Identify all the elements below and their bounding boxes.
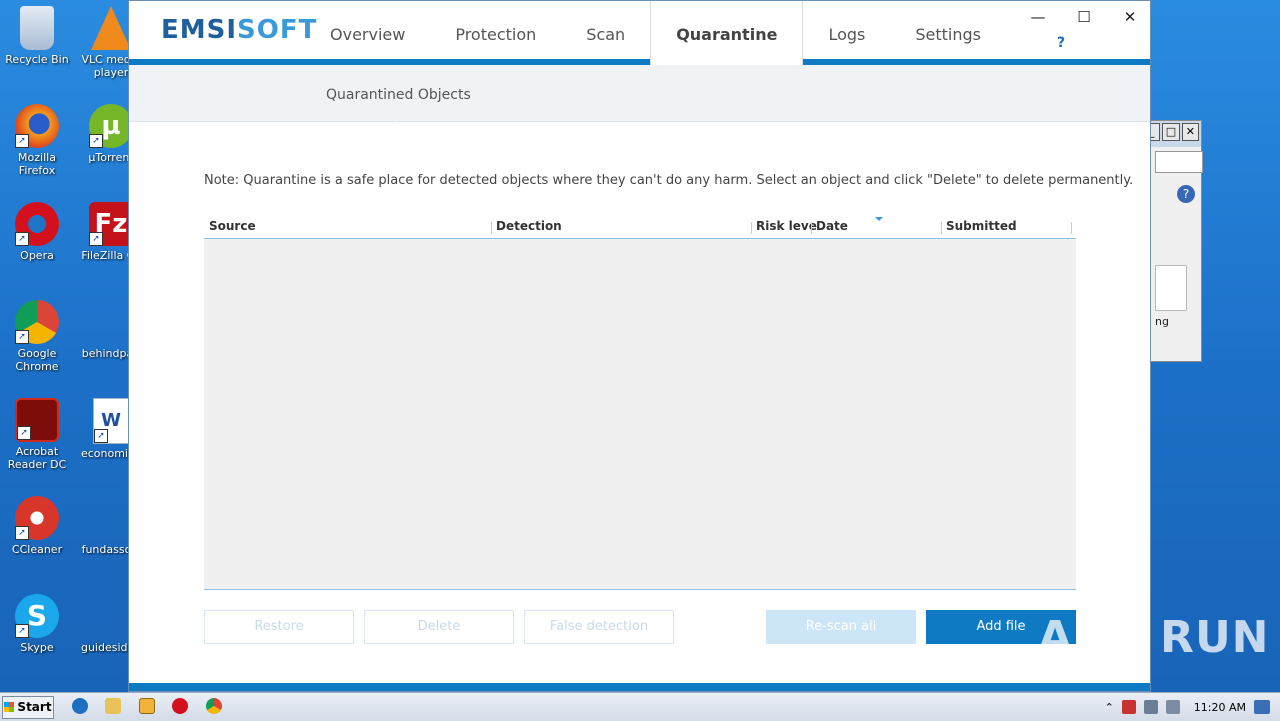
tab-settings[interactable]: Settings (890, 1, 1006, 65)
desktop-icon-firefox[interactable]: ➚ Mozilla Firefox (0, 104, 74, 177)
desktop-icon-label: Skype (20, 641, 54, 654)
document-icon (89, 496, 133, 540)
chrome-icon: ➚ (15, 300, 59, 344)
network-icon[interactable] (1143, 700, 1158, 714)
desktop-icon-label: Acrobat Reader DC (7, 445, 67, 471)
start-button[interactable]: Start (2, 696, 54, 719)
desktop-icon-opera[interactable]: ➚ Opera (0, 202, 74, 262)
desktop-icon-label: Mozilla Firefox (18, 151, 56, 177)
subheader-quarantined-objects[interactable]: Quarantined Objects (326, 87, 471, 103)
main-tabs: Overview Protection Scan Quarantine Logs… (305, 1, 1006, 65)
opera-icon: ➚ (15, 202, 59, 246)
maximize-icon[interactable]: □ (1162, 123, 1180, 141)
help-icon[interactable]: ? (1177, 185, 1195, 203)
column-divider[interactable] (941, 222, 942, 234)
quarantine-note: Note: Quarantine is a safe place for det… (204, 173, 1134, 188)
clock[interactable]: 11:20 AM (1194, 701, 1246, 714)
desktop-icon-chrome[interactable]: ➚ Google Chrome (0, 300, 74, 373)
windows-logo-icon (4, 702, 15, 712)
word-document-icon: W ➚ (93, 398, 129, 444)
subheader-pointer (387, 113, 405, 122)
sort-arrow-icon (875, 217, 883, 221)
document-icon (89, 300, 133, 344)
table-header: Source Detection Risk leve Date Submitte… (204, 215, 1076, 239)
tab-overview[interactable]: Overview (305, 1, 430, 65)
restore-button[interactable]: Restore (204, 610, 354, 644)
tab-quarantine[interactable]: Quarantine (650, 1, 804, 65)
background-item-label: ng (1155, 315, 1169, 328)
table-body-empty[interactable] (204, 239, 1076, 590)
internet-explorer-icon[interactable] (72, 698, 88, 714)
media-player-icon[interactable] (139, 698, 155, 714)
close-button[interactable]: ✕ (1107, 5, 1153, 29)
desktop-icon-label: Recycle Bin (5, 53, 69, 66)
tab-scan[interactable]: Scan (561, 1, 650, 65)
tab-protection[interactable]: Protection (430, 1, 561, 65)
start-label: Start (17, 700, 52, 714)
desktop-icon-ccleaner[interactable]: ➚ CCleaner (0, 496, 74, 556)
rescan-all-button[interactable]: Re-scan all (766, 610, 916, 644)
column-source[interactable]: Source (209, 219, 256, 233)
desktop-icon-skype[interactable]: S ➚ Skype (0, 594, 74, 654)
recycle-bin-icon (20, 6, 54, 50)
taskbar: Start ⌃ 11:20 AM (0, 692, 1280, 721)
anyrun-watermark: ANY RUN (1038, 612, 1270, 663)
firefox-icon: ➚ (15, 104, 59, 148)
file-explorer-icon[interactable] (105, 698, 121, 714)
background-item-tile[interactable] (1155, 265, 1187, 311)
delete-button[interactable]: Delete (364, 610, 514, 644)
quarantine-table: Source Detection Risk leve Date Submitte… (204, 215, 1076, 590)
system-tray: ⌃ 11:20 AM (1105, 695, 1280, 719)
filezilla-icon: Fz ➚ (89, 202, 133, 246)
minimize-button[interactable]: — (1015, 5, 1061, 29)
false-detection-button[interactable]: False detection (524, 610, 674, 644)
tab-logs[interactable]: Logs (803, 1, 890, 65)
action-center-icon[interactable] (1121, 700, 1136, 714)
app-header: EMSISOFT Overview Protection Scan Quaran… (129, 1, 1150, 65)
logo-part-1: EMSI (161, 15, 238, 45)
utorrent-icon: µ ➚ (89, 104, 133, 148)
sub-navigation: Quarantined Objects (129, 65, 1150, 122)
volume-icon[interactable] (1165, 700, 1180, 714)
show-hidden-icons-icon[interactable]: ⌃ (1105, 701, 1114, 714)
document-icon (89, 594, 133, 638)
column-detection[interactable]: Detection (496, 219, 562, 233)
help-button[interactable]: ? (1057, 35, 1065, 51)
acrobat-icon: ➚ (15, 398, 59, 442)
window-controls: — ☐ ✕ (1015, 5, 1153, 29)
desktop-icon-label: Opera (20, 249, 54, 262)
column-divider[interactable] (491, 222, 492, 234)
chrome-taskbar-icon[interactable] (206, 698, 222, 714)
column-date[interactable]: Date (816, 219, 848, 233)
desktop-icon-label: Google Chrome (15, 347, 59, 373)
emsisoft-window: EMSISOFT Overview Protection Scan Quaran… (128, 0, 1151, 692)
column-risk-level[interactable]: Risk leve (756, 219, 817, 233)
desktop-icon-recycle-bin[interactable]: Recycle Bin (0, 6, 74, 66)
maximize-button[interactable]: ☐ (1061, 5, 1107, 29)
show-desktop-icon[interactable] (1254, 700, 1270, 714)
desktop-icon-acrobat[interactable]: ➚ Acrobat Reader DC (0, 398, 74, 471)
column-submitted[interactable]: Submitted (946, 219, 1017, 233)
column-divider[interactable] (811, 222, 812, 234)
desktop-icon-label: CCleaner (11, 543, 63, 556)
column-divider[interactable] (1071, 222, 1072, 234)
ccleaner-icon: ➚ (15, 496, 59, 540)
skype-icon: S ➚ (15, 594, 59, 638)
background-search-input[interactable] (1155, 151, 1203, 173)
opera-taskbar-icon[interactable] (172, 698, 188, 714)
close-icon[interactable]: ✕ (1181, 123, 1199, 141)
footer-accent-bar (129, 683, 1150, 691)
column-divider[interactable] (751, 222, 752, 234)
emsisoft-logo: EMSISOFT (161, 15, 317, 45)
vlc-icon (91, 6, 131, 50)
